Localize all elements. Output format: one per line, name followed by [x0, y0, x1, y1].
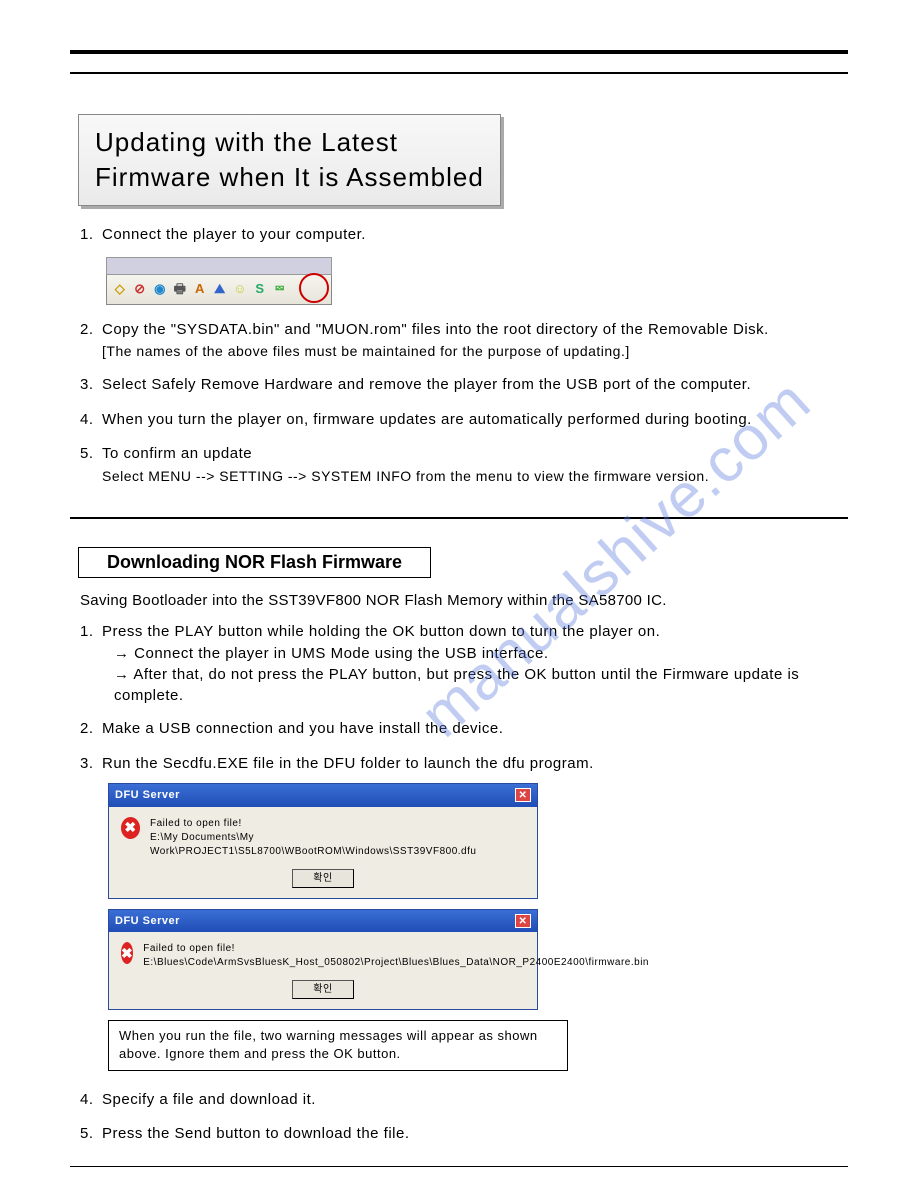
step-num: 5.: [80, 443, 102, 466]
step-num: 2.: [80, 319, 102, 342]
tray-icon: ⊘: [131, 280, 149, 298]
dialog-body: ✖ Failed to open file! E:\Blues\Code\Arm…: [109, 932, 537, 974]
step-text: Make a USB connection and you have insta…: [102, 720, 503, 737]
section1-steps: 1.Connect the player to your computer. ◇…: [70, 224, 848, 487]
error-path: E:\My Documents\My Work\PROJECT1\S5L8700…: [150, 831, 525, 859]
section2-steps: 1.Press the PLAY button while holding th…: [70, 621, 848, 1146]
systray-illustration: ◇ ⊘ ◉ 🖶 A ⛰ ☺ S ⮹: [106, 257, 848, 305]
section1-title-line2: Firmware when It is Assembled: [95, 160, 484, 195]
step-text: Copy the "SYSDATA.bin" and "MUON.rom" fi…: [102, 321, 769, 338]
step-text: Connect the player to your computer.: [102, 226, 366, 243]
close-icon[interactable]: ✕: [515, 914, 531, 928]
dialog-message: Failed to open file! E:\My Documents\My …: [150, 817, 525, 859]
step-subtext: Select MENU --> SETTING --> SYSTEM INFO …: [80, 466, 848, 487]
step-text: Press the Send button to download the fi…: [102, 1125, 410, 1142]
step-text: Select Safely Remove Hardware and remove…: [102, 376, 751, 393]
dialog-body: ✖ Failed to open file! E:\My Documents\M…: [109, 807, 537, 863]
step-text: Specify a file and download it.: [102, 1091, 316, 1108]
tray-icon: 🖶: [171, 280, 189, 298]
step-5: 5.Press the Send button to download the …: [80, 1123, 848, 1146]
footer-rule: [70, 1166, 848, 1167]
section1-title-line1: Updating with the Latest: [95, 125, 484, 160]
ok-button[interactable]: 확인: [292, 869, 353, 888]
step-num: 3.: [80, 374, 102, 397]
step-num: 1.: [80, 224, 102, 247]
step-4: 4.Specify a file and download it.: [80, 1089, 848, 1112]
close-icon[interactable]: ✕: [515, 788, 531, 802]
section2-intro: Saving Bootloader into the SST39VF800 NO…: [80, 592, 848, 609]
top-rule-thin: [70, 72, 848, 74]
step-arrow-sub: → Connect the player in UMS Mode using t…: [80, 643, 848, 664]
step-2: 2.Make a USB connection and you have ins…: [80, 718, 848, 741]
step-2: 2.Copy the "SYSDATA.bin" and "MUON.rom" …: [80, 319, 848, 363]
systray-icons-bar: ◇ ⊘ ◉ 🖶 A ⛰ ☺ S ⮹: [106, 275, 332, 305]
error-icon: ✖: [121, 817, 140, 839]
tray-icon: ⛰: [211, 280, 229, 298]
safely-remove-icon: ⮹: [271, 280, 289, 298]
dialog-title: DFU Server: [115, 913, 180, 930]
step-num: 3.: [80, 753, 102, 776]
error-label: Failed to open file!: [150, 817, 525, 831]
step-text: Run the Secdfu.EXE file in the DFU folde…: [102, 755, 594, 772]
ok-button[interactable]: 확인: [292, 980, 353, 999]
step-num: 4.: [80, 409, 102, 432]
step-num: 1.: [80, 621, 102, 644]
step-3: 3.Select Safely Remove Hardware and remo…: [80, 374, 848, 397]
step-5: 5.To confirm an update Select MENU --> S…: [80, 443, 848, 487]
dialog-titlebar: DFU Server ✕: [109, 784, 537, 807]
red-circle-highlight: [299, 273, 329, 303]
top-rule-thick: [70, 50, 848, 54]
error-label: Failed to open file!: [143, 942, 649, 956]
step-arrow-sub: → After that, do not press the PLAY butt…: [80, 664, 848, 706]
tray-icon: A: [191, 280, 209, 298]
step-3: 3.Run the Secdfu.EXE file in the DFU fol…: [80, 753, 848, 1071]
warning-note: When you run the file, two warning messa…: [108, 1020, 568, 1070]
tray-icon: ☺: [231, 280, 249, 298]
step-text: To confirm an update: [102, 445, 252, 462]
step-1: 1.Connect the player to your computer. ◇…: [80, 224, 848, 305]
tray-icon: ◉: [151, 280, 169, 298]
section1-title-box: Updating with the Latest Firmware when I…: [78, 114, 501, 206]
step-num: 2.: [80, 718, 102, 741]
step-text: When you turn the player on, firmware up…: [102, 411, 752, 428]
tray-icon: ◇: [111, 280, 129, 298]
section-separator: [70, 517, 848, 519]
error-icon: ✖: [121, 942, 133, 964]
dfu-dialog-2: DFU Server ✕ ✖ Failed to open file! E:\B…: [108, 909, 538, 1011]
step-num: 4.: [80, 1089, 102, 1112]
dialog-button-row: 확인: [109, 974, 537, 1009]
dialog-button-row: 확인: [109, 863, 537, 898]
step-num: 5.: [80, 1123, 102, 1146]
step-4: 4.When you turn the player on, firmware …: [80, 409, 848, 432]
dialog-title: DFU Server: [115, 787, 180, 804]
step-1: 1.Press the PLAY button while holding th…: [80, 621, 848, 707]
dialog-titlebar: DFU Server ✕: [109, 910, 537, 933]
dfu-dialog-1: DFU Server ✕ ✖ Failed to open file! E:\M…: [108, 783, 538, 899]
step-text: Press the PLAY button while holding the …: [102, 623, 660, 640]
tray-icon: S: [251, 280, 269, 298]
systray-top-bar: [106, 257, 332, 275]
step-subtext: [The names of the above files must be ma…: [80, 341, 848, 362]
error-path: E:\Blues\Code\ArmSvsBluesK_Host_050802\P…: [143, 956, 649, 970]
section2-heading: Downloading NOR Flash Firmware: [78, 547, 431, 578]
dialog-message: Failed to open file! E:\Blues\Code\ArmSv…: [143, 942, 649, 970]
